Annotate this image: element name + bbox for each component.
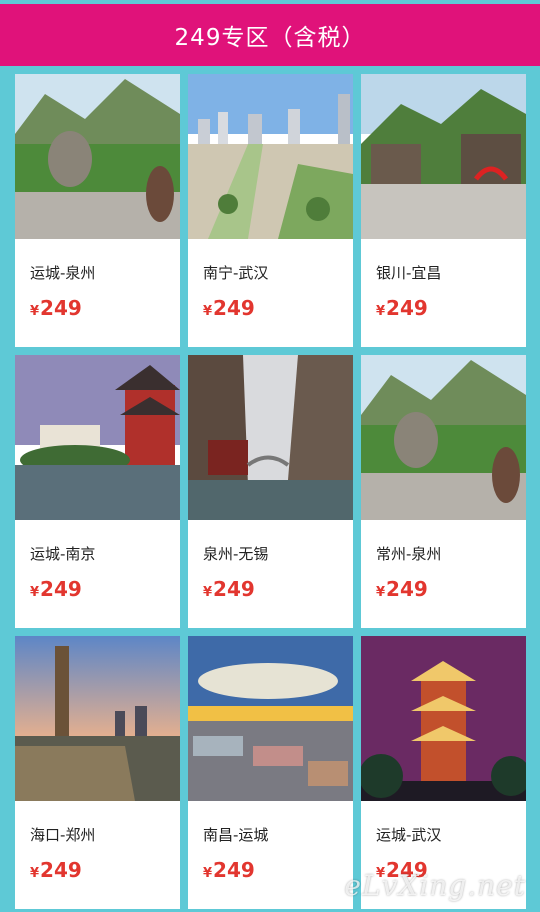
price-label: ¥249	[30, 296, 82, 320]
product-card[interactable]: 常州-泉州 ¥249	[361, 355, 526, 628]
currency-symbol: ¥	[30, 866, 40, 881]
route-label: 南宁-武汉	[203, 264, 269, 282]
price-label: ¥249	[30, 858, 82, 882]
price-label: ¥249	[376, 577, 428, 601]
section-title: 249专区（含税）	[174, 25, 366, 51]
product-image-pagoda-tower	[361, 636, 526, 801]
product-image-buddha-statue	[15, 74, 180, 239]
route-label: 运城-武汉	[376, 826, 442, 844]
product-image-temple-square	[361, 74, 526, 239]
price-value: 249	[40, 296, 82, 320]
price-value: 249	[386, 577, 428, 601]
price-label: ¥249	[30, 577, 82, 601]
currency-symbol: ¥	[203, 585, 213, 600]
price-label: ¥249	[203, 577, 255, 601]
currency-symbol: ¥	[203, 304, 213, 319]
currency-symbol: ¥	[376, 304, 386, 319]
route-label: 银川-宜昌	[376, 264, 442, 282]
price-value: 249	[213, 858, 255, 882]
route-label: 泉州-无锡	[203, 545, 269, 563]
currency-symbol: ¥	[203, 866, 213, 881]
product-card[interactable]: 泉州-无锡 ¥249	[188, 355, 353, 628]
price-value: 249	[213, 296, 255, 320]
route-label: 海口-郑州	[30, 826, 96, 844]
currency-symbol: ¥	[376, 585, 386, 600]
route-label: 南昌-运城	[203, 826, 269, 844]
product-image-riverside-pavilion	[15, 355, 180, 520]
product-image-city-park	[188, 74, 353, 239]
currency-symbol: ¥	[30, 585, 40, 600]
price-value: 249	[213, 577, 255, 601]
product-card[interactable]: 运城-南京 ¥249	[15, 355, 180, 628]
currency-symbol: ¥	[30, 304, 40, 319]
route-label: 运城-南京	[30, 545, 96, 563]
product-card[interactable]: 运城-泉州 ¥249	[15, 74, 180, 347]
route-label: 常州-泉州	[376, 545, 442, 563]
product-image-buddha-statue	[361, 355, 526, 520]
product-card[interactable]: 南宁-武汉 ¥249	[188, 74, 353, 347]
price-label: ¥249	[376, 296, 428, 320]
product-card[interactable]: 银川-宜昌 ¥249	[361, 74, 526, 347]
price-label: ¥249	[203, 858, 255, 882]
product-card[interactable]: 南昌-运城 ¥249	[188, 636, 353, 909]
product-image-salt-flats	[188, 636, 353, 801]
price-label: ¥249	[203, 296, 255, 320]
price-value: 249	[40, 858, 82, 882]
price-value: 249	[386, 296, 428, 320]
section-header: 249专区（含税）	[0, 0, 540, 66]
product-card[interactable]: 海口-郑州 ¥249	[15, 636, 180, 909]
product-image-city-skyline	[15, 636, 180, 801]
route-label: 运城-泉州	[30, 264, 96, 282]
product-image-water-town	[188, 355, 353, 520]
product-grid: 运城-泉州 ¥249 南宁-武汉 ¥249 银川-宜昌 ¥249 运城-南京 ¥…	[15, 74, 526, 909]
price-value: 249	[40, 577, 82, 601]
watermark: eLvXing.net	[344, 869, 526, 902]
